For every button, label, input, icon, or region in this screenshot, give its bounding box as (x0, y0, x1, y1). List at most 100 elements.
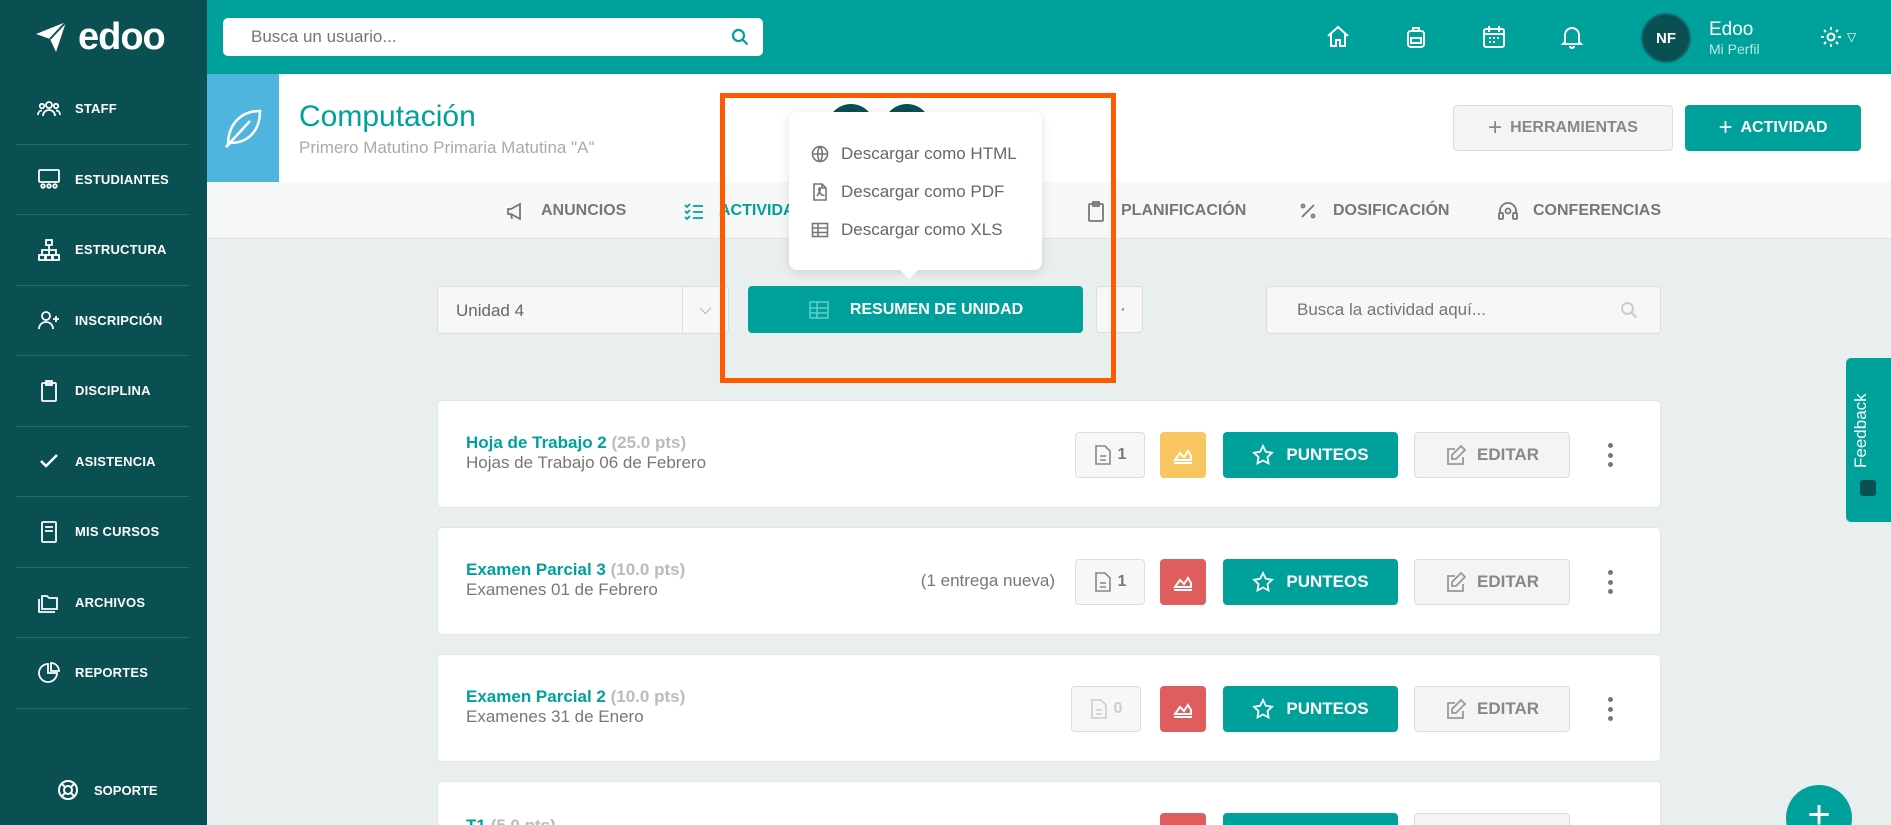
backpack-icon[interactable] (1403, 24, 1429, 50)
activity-title[interactable]: Examen Parcial 3 (466, 560, 606, 579)
add-fab-button[interactable]: + (1786, 785, 1852, 825)
edit-label: EDITAR (1476, 699, 1539, 718)
submissions-button[interactable]: 1 (1075, 559, 1145, 605)
table-icon (811, 222, 829, 238)
sidebar-item-mis-cursos[interactable]: MIS CURSOS (15, 497, 189, 568)
home-icon[interactable] (1325, 24, 1351, 50)
course-tabs: ANUNCIOS ACTIVIDADES PLANIFICACIÓN DOSIF… (207, 182, 1891, 239)
sidebar-item-reportes[interactable]: REPORTES (15, 638, 189, 709)
activity-title-line[interactable]: Hoja de Trabajo 2 (25.0 pts) (466, 433, 686, 453)
grades-button[interactable] (1223, 813, 1398, 825)
user-name[interactable]: Edoo (1709, 19, 1753, 41)
stats-button[interactable] (1160, 686, 1206, 732)
area-chart-icon (1173, 449, 1192, 464)
unit-summary-label: RESUMEN DE UNIDAD (849, 300, 1024, 318)
document-icon (1090, 699, 1107, 719)
add-activity-button[interactable]: + ACTIVIDAD (1685, 105, 1861, 151)
edoo-logo[interactable]: edoo (0, 0, 207, 74)
submissions-button[interactable]: 0 (1071, 686, 1141, 732)
download-html-option[interactable]: Descargar como HTML (811, 142, 1017, 166)
course-icon (207, 74, 279, 182)
sidebar-item-staff[interactable]: STAFF (15, 74, 189, 145)
activity-title[interactable]: Hoja de Trabajo 2 (466, 433, 607, 452)
leaf-icon (225, 109, 262, 149)
checklist-icon (684, 202, 703, 220)
more-options-button[interactable]: ·· (1096, 286, 1143, 333)
sidebar-item-label: ASISTENCIA (75, 453, 156, 469)
sidebar-item-label: STAFF (75, 101, 117, 117)
clipboard-icon (41, 379, 57, 402)
settings-menu[interactable]: ▽ (1819, 24, 1869, 50)
sidebar-item-estudiantes[interactable]: ESTUDIANTES (15, 145, 189, 215)
edit-button[interactable]: EDITAR (1414, 686, 1570, 732)
stats-button[interactable] (1160, 813, 1206, 825)
kebab-menu-icon[interactable] (1600, 693, 1620, 725)
sidebar-item-asistencia[interactable]: ASISTENCIA (15, 427, 189, 497)
stats-button[interactable] (1160, 559, 1206, 605)
activity-title[interactable]: T1 (466, 816, 486, 825)
activity-card: Examen Parcial 2 (10.0 pts) Examenes 31 … (437, 654, 1661, 762)
feedback-icon (1860, 480, 1876, 496)
edit-button[interactable]: EDITAR (1414, 559, 1570, 605)
support-label: SOPORTE (94, 782, 158, 798)
percent-icon (1300, 203, 1316, 218)
course-title: Computación (299, 100, 476, 133)
tab-planificacion[interactable]: PLANIFICACIÓN (1085, 182, 1246, 239)
search-icon[interactable] (731, 28, 749, 46)
profile-link[interactable]: Mi Perfil (1709, 41, 1760, 57)
kebab-menu-icon[interactable] (1600, 439, 1620, 471)
activity-title-line[interactable]: T1 (5.0 pts) (466, 816, 556, 825)
chevron-down-icon[interactable]: ⌵ (682, 287, 728, 333)
sidebar-item-estructura[interactable]: ESTRUCTURA (15, 215, 189, 286)
megaphone-icon (507, 201, 521, 221)
activity-title-line[interactable]: Examen Parcial 2 (10.0 pts) (466, 687, 685, 707)
sidebar-item-archivos[interactable]: ARCHIVOS (15, 568, 189, 638)
sidebar-item-inscripcion[interactable]: INSCRIPCIÓN (15, 286, 189, 356)
kebab-menu-icon[interactable] (1600, 566, 1620, 598)
grades-button[interactable]: PUNTEOS (1223, 432, 1398, 478)
submissions-button[interactable]: 1 (1075, 432, 1145, 478)
sidebar-item-label: ESTUDIANTES (75, 171, 169, 187)
unit-select[interactable]: Unidad 4 ⌵ (437, 286, 729, 334)
submissions-count: 1 (1117, 446, 1127, 463)
grades-button[interactable]: PUNTEOS (1223, 686, 1398, 732)
feedback-label: Feedback (1851, 393, 1870, 468)
download-pdf-option[interactable]: Descargar como PDF (811, 180, 1004, 204)
edit-button[interactable]: EDITAR (1414, 432, 1570, 478)
search-icon[interactable] (1620, 301, 1638, 319)
grades-label: PUNTEOS (1286, 445, 1369, 464)
gear-icon (1821, 27, 1841, 47)
activity-search (1266, 286, 1661, 334)
paper-plane-icon (36, 21, 67, 52)
sidebar-item-disciplina[interactable]: DISCIPLINA (15, 356, 189, 427)
bell-icon[interactable] (1559, 24, 1585, 50)
star-icon (1252, 698, 1275, 720)
feedback-tab[interactable]: Feedback (1846, 358, 1891, 522)
tab-dosificacion[interactable]: DOSIFICACIÓN (1297, 182, 1449, 239)
sidebar-item-label: REPORTES (75, 665, 149, 681)
calendar-icon[interactable] (1481, 24, 1507, 50)
tools-button[interactable]: + HERRAMIENTAS (1453, 105, 1673, 151)
avatar[interactable]: NF (1641, 13, 1691, 63)
star-icon (1252, 444, 1275, 466)
edit-icon (1447, 571, 1467, 592)
download-option-label: Descargar como XLS (841, 220, 1003, 239)
tab-conferencias[interactable]: CONFERENCIAS (1497, 182, 1661, 239)
download-xls-option[interactable]: Descargar como XLS (811, 218, 1003, 242)
tab-anuncios[interactable]: ANUNCIOS (505, 182, 626, 239)
clipboard-icon (1088, 200, 1104, 222)
activity-title-line[interactable]: Examen Parcial 3 (10.0 pts) (466, 560, 685, 580)
course-subtitle: Primero Matutino Primaria Matutina "A" (299, 138, 595, 157)
support-link[interactable]: SOPORTE (56, 778, 158, 802)
app-name: edoo (78, 15, 166, 58)
unit-summary-button[interactable]: RESUMEN DE UNIDAD (748, 286, 1083, 333)
submissions-count: 1 (1117, 573, 1127, 590)
table-icon (809, 300, 829, 319)
activity-title[interactable]: Examen Parcial 2 (466, 687, 606, 706)
edit-button[interactable] (1414, 813, 1570, 825)
stats-button[interactable] (1160, 432, 1206, 478)
sidebar-item-label: MIS CURSOS (75, 524, 160, 540)
activity-search-input[interactable] (1267, 287, 1597, 333)
user-search-input[interactable] (223, 18, 693, 56)
grades-button[interactable]: PUNTEOS (1223, 559, 1398, 605)
